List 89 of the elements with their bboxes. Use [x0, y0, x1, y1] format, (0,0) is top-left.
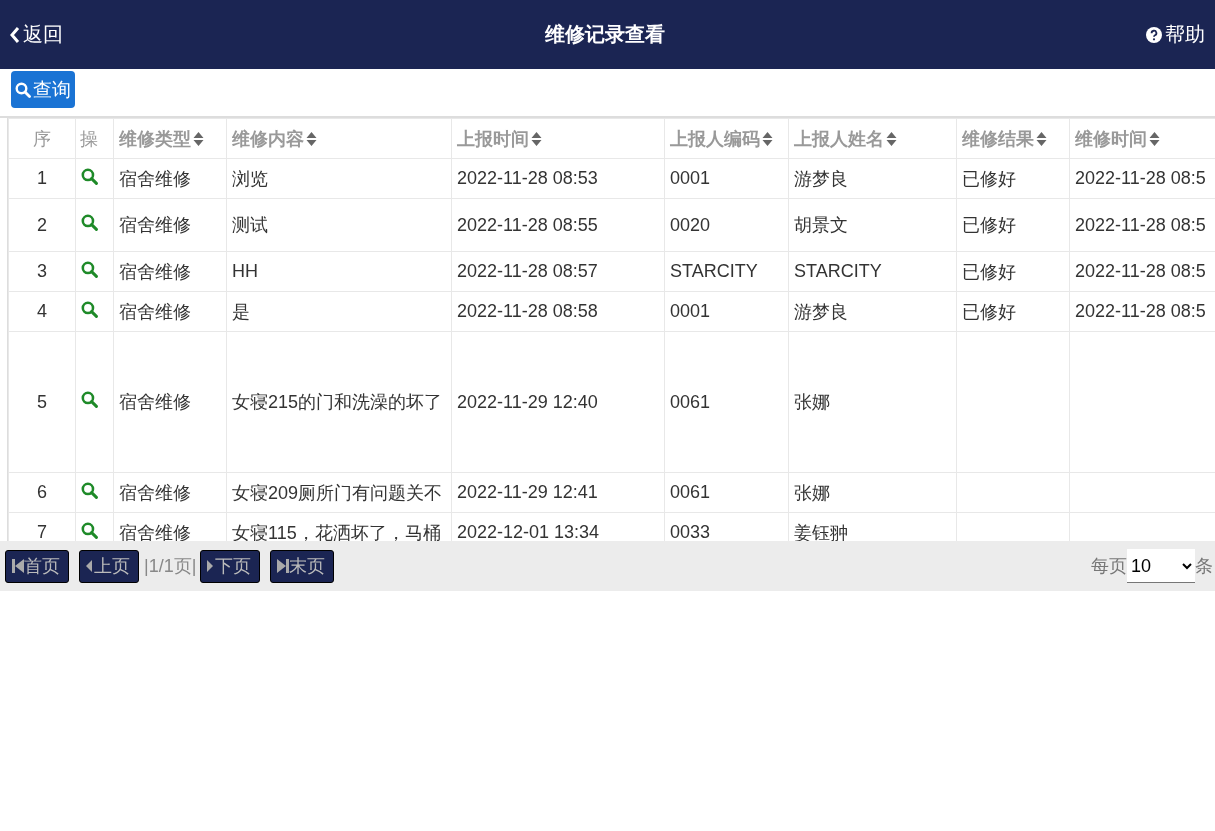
table-cell: 宿舍维修 — [113, 331, 227, 473]
query-button[interactable]: 查询 — [11, 71, 75, 108]
table-cell: 胡景文 — [788, 198, 957, 252]
table-cell: 0020 — [664, 198, 789, 252]
table-cell: 0061 — [664, 331, 789, 473]
table-cell: 宿舍维修 — [113, 198, 227, 252]
table-cell: 浏览 — [226, 158, 452, 199]
view-button[interactable] — [81, 260, 98, 278]
step-forward-icon — [277, 559, 290, 573]
page-size-select[interactable]: 10 — [1127, 549, 1195, 583]
sort-icon — [306, 130, 317, 147]
view-button[interactable] — [81, 521, 98, 539]
previous-page-button[interactable]: 上页 — [79, 549, 139, 583]
page-title: 维修记录查看 — [544, 22, 665, 47]
column-header[interactable]: 维修类型 — [113, 118, 227, 159]
table-cell: 游梦良 — [788, 158, 957, 199]
column-header: 序 — [8, 118, 76, 159]
table-cell: 5 — [8, 331, 76, 473]
page-info: |1/1页| — [144, 555, 197, 578]
caret-right-icon — [207, 560, 214, 572]
table-cell: 6 — [8, 472, 76, 513]
table-cell: 2022-11-29 12:41 — [451, 472, 665, 513]
table-cell: 是 — [226, 291, 452, 332]
search-icon — [81, 300, 98, 318]
column-header: 操 — [75, 118, 114, 159]
search-icon — [81, 481, 98, 499]
view-button[interactable] — [81, 391, 98, 408]
table-cell: 宿舍维修 — [113, 158, 227, 199]
table-cell: 2022-11-28 08:57 — [451, 251, 665, 292]
column-header[interactable]: 维修内容 — [226, 118, 452, 159]
search-icon — [81, 167, 98, 185]
table-cell: 已修好 — [956, 158, 1070, 199]
last-page-button[interactable]: 末页 — [270, 549, 335, 583]
table-cell: 女寝209厕所门有问题关不 — [226, 472, 452, 513]
search-icon — [81, 521, 98, 539]
sort-icon — [762, 130, 773, 147]
table-cell: HH — [226, 251, 452, 292]
search-icon — [15, 81, 31, 98]
search-icon — [81, 391, 98, 408]
table-cell: 0001 — [664, 291, 789, 332]
column-header[interactable]: 上报时间 — [451, 118, 665, 159]
column-header[interactable]: 维修时间 — [1069, 118, 1215, 159]
table-cell: 宿舍维修 — [113, 472, 227, 513]
table-cell: 宿舍维修 — [113, 291, 227, 332]
table-cell: 2022-11-28 08:58 — [451, 291, 665, 332]
view-button[interactable] — [81, 300, 98, 318]
search-icon — [81, 214, 98, 231]
first-page-button[interactable]: 首页 — [5, 549, 69, 583]
table-cell: 已修好 — [956, 198, 1070, 252]
table-cell: 游梦良 — [788, 291, 957, 332]
view-button[interactable] — [81, 481, 98, 499]
caret-left-icon — [86, 560, 92, 572]
search-icon — [81, 260, 98, 278]
question-circle-icon — [1146, 26, 1162, 43]
sort-icon — [1036, 130, 1047, 147]
table-cell: STARCITY — [788, 251, 957, 292]
help-link[interactable]: 帮助 — [1146, 21, 1205, 48]
table-cell: 0001 — [664, 158, 789, 199]
table-cell: 2022-11-28 08:55 — [451, 198, 665, 252]
table-cell: 2 — [8, 198, 76, 252]
table-cell: 女寝215的门和洗澡的坏了 — [226, 331, 452, 473]
table-cell: 已修好 — [956, 291, 1070, 332]
sort-icon — [531, 130, 542, 147]
table-cell: 张娜 — [788, 331, 957, 473]
next-page-button[interactable]: 下页 — [200, 549, 261, 583]
table-cell: 已修好 — [956, 251, 1070, 292]
table-cell: 2022-11-29 12:40 — [451, 331, 665, 473]
per-page-label: 每页 — [1091, 555, 1127, 578]
view-button[interactable] — [81, 214, 98, 231]
unit-label: 条 — [1195, 555, 1213, 578]
table-cell: 1 — [8, 158, 76, 199]
chevron-left-icon — [10, 26, 20, 43]
column-header[interactable]: 上报人编码 — [664, 118, 789, 159]
sort-icon — [1149, 130, 1160, 147]
table-cell: 4 — [8, 291, 76, 332]
view-button[interactable] — [81, 167, 98, 185]
table-cell: STARCITY — [664, 251, 789, 292]
table-cell: 3 — [8, 251, 76, 292]
table-cell: 2022-11-28 08:53 — [451, 158, 665, 199]
table-cell: 测试 — [226, 198, 452, 252]
table-cell: 0061 — [664, 472, 789, 513]
table-cell: 张娜 — [788, 472, 957, 513]
table-cell: 宿舍维修 — [113, 251, 227, 292]
step-backward-icon — [12, 559, 24, 573]
sort-icon — [193, 130, 204, 147]
column-header[interactable]: 上报人姓名 — [788, 118, 957, 159]
column-header[interactable]: 维修结果 — [956, 118, 1070, 159]
back-link[interactable]: 返回 — [10, 21, 63, 48]
sort-icon — [886, 130, 897, 147]
